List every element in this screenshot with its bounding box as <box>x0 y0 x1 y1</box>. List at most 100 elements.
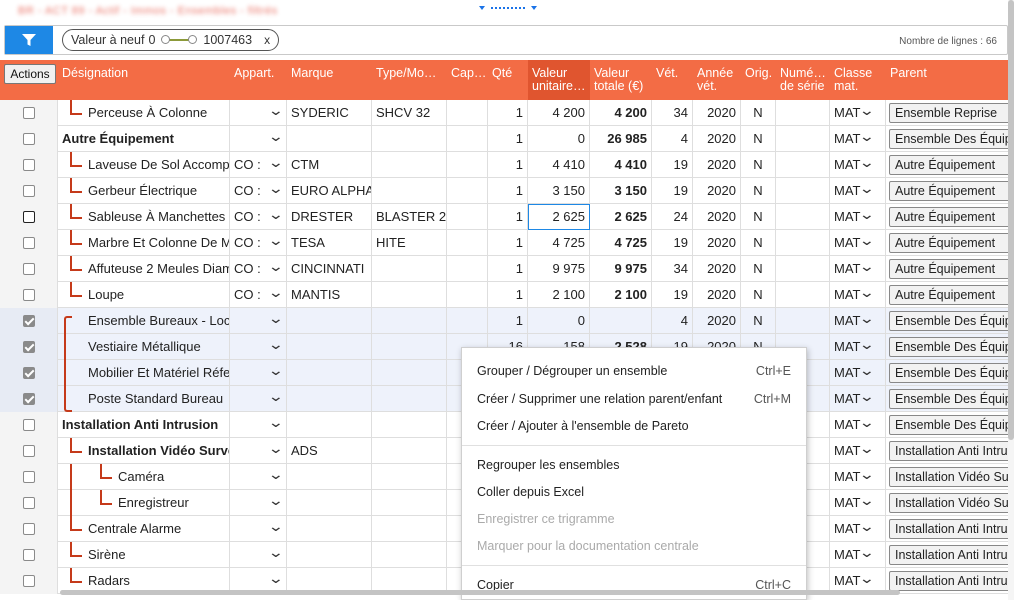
scrollbar-thumb[interactable] <box>60 590 900 595</box>
chevron-down-icon[interactable]: ⌄ <box>268 230 284 253</box>
row-checkbox[interactable] <box>23 107 35 119</box>
context-menu-item[interactable]: Regrouper les ensembles <box>462 453 806 477</box>
designation-cell[interactable]: Ensemble Bureaux - Locaux <box>58 308 230 334</box>
row-checkbox[interactable] <box>23 159 35 171</box>
valeur-totale-cell[interactable]: 4 725 <box>590 230 652 256</box>
designation-cell[interactable]: Installation Vidéo Surveillance <box>58 438 230 464</box>
appart-cell[interactable]: ⌄ <box>230 516 287 542</box>
qte-cell[interactable]: 1 <box>488 282 528 308</box>
chevron-down-icon[interactable]: ⌄ <box>268 178 284 201</box>
marque-cell[interactable]: CINCINNATI <box>287 256 372 282</box>
classe-mat-select[interactable]: MAT ⌄ <box>830 100 886 126</box>
numero-serie-cell[interactable] <box>776 100 830 126</box>
marque-cell[interactable]: SYDERIC <box>287 100 372 126</box>
table-row[interactable]: Marbre Et Colonne De MesureCO :⌄TESAHITE… <box>0 230 1008 256</box>
vet-cell[interactable]: 34 <box>652 100 693 126</box>
marque-cell[interactable] <box>287 490 372 516</box>
chevron-down-icon[interactable]: ⌄ <box>268 360 284 383</box>
valeur-totale-cell[interactable]: 3 150 <box>590 178 652 204</box>
type-cell[interactable] <box>372 438 447 464</box>
type-cell[interactable] <box>372 542 447 568</box>
chevron-down-icon[interactable]: ⌄ <box>859 490 875 513</box>
numero-serie-cell[interactable] <box>776 308 830 334</box>
designation-cell[interactable]: Affuteuse 2 Meules Diamant <box>58 256 230 282</box>
row-checkbox[interactable] <box>23 523 35 535</box>
appart-cell[interactable]: ⌄ <box>230 490 287 516</box>
cap-cell[interactable] <box>447 230 488 256</box>
numero-serie-cell[interactable] <box>776 204 830 230</box>
parent-button[interactable]: Ensemble Des Équipements <box>889 363 1008 383</box>
chevron-down-icon[interactable]: ⌄ <box>268 282 284 305</box>
chevron-down-icon[interactable]: ⌄ <box>859 386 875 409</box>
col-header-appart[interactable]: Appart. <box>230 60 287 100</box>
cap-cell[interactable] <box>447 126 488 152</box>
appart-cell[interactable]: CO : ⌄ <box>230 178 287 204</box>
qte-cell[interactable]: 1 <box>488 308 528 334</box>
collapse-handle[interactable] <box>474 1 542 15</box>
valeur-unitaire-cell[interactable]: 3 150 <box>528 178 590 204</box>
context-menu-item[interactable]: Créer / Supprimer une relation parent/en… <box>462 387 806 411</box>
classe-mat-select[interactable]: MAT ⌄ <box>830 178 886 204</box>
cap-cell[interactable] <box>447 178 488 204</box>
appart-cell[interactable]: ⌄ <box>230 360 287 386</box>
cap-cell[interactable] <box>447 256 488 282</box>
designation-cell[interactable]: Vestiaire Métallique <box>58 334 230 360</box>
row-checkbox[interactable] <box>23 445 35 457</box>
vet-cell[interactable]: 19 <box>652 282 693 308</box>
annee-cell[interactable]: 2020 <box>693 282 741 308</box>
type-cell[interactable] <box>372 412 447 438</box>
annee-cell[interactable]: 2020 <box>693 178 741 204</box>
qte-cell[interactable]: 1 <box>488 100 528 126</box>
type-cell[interactable] <box>372 360 447 386</box>
parent-button[interactable]: Ensemble Des Équipements <box>889 311 1008 331</box>
chevron-down-icon[interactable]: ⌄ <box>859 100 875 123</box>
valeur-totale-cell[interactable]: 9 975 <box>590 256 652 282</box>
chevron-down-icon[interactable]: ⌄ <box>268 516 284 539</box>
classe-mat-select[interactable]: MAT ⌄ <box>830 412 886 438</box>
vet-cell[interactable]: 19 <box>652 152 693 178</box>
designation-cell[interactable]: Sableuse À Manchettes <box>58 204 230 230</box>
parent-button[interactable]: Ensemble Des Équipements <box>889 337 1008 357</box>
chevron-down-icon[interactable]: ⌄ <box>268 412 284 435</box>
valeur-unitaire-cell[interactable]: 4 725 <box>528 230 590 256</box>
marque-cell[interactable]: TESA <box>287 230 372 256</box>
table-row[interactable]: Sableuse À Manchettes CO : ⌄ DRESTER BLASTER… <box>0 204 1008 230</box>
parent-button[interactable]: Ensemble Des Équipements <box>889 415 1008 435</box>
valeur-unitaire-cell[interactable]: 0 <box>528 126 590 152</box>
type-cell[interactable] <box>372 282 447 308</box>
designation-cell[interactable]: Autre Équipement <box>58 126 230 152</box>
type-cell[interactable] <box>372 334 447 360</box>
annee-cell[interactable]: 2020 <box>693 126 741 152</box>
designation-cell[interactable]: Loupe <box>58 282 230 308</box>
marque-cell[interactable] <box>287 412 372 438</box>
scrollbar-thumb[interactable] <box>1008 0 1014 440</box>
valeur-totale-cell[interactable]: 4 200 <box>590 100 652 126</box>
cap-cell[interactable] <box>447 308 488 334</box>
classe-mat-select[interactable]: MAT ⌄ <box>830 256 886 282</box>
row-checkbox[interactable] <box>23 315 35 327</box>
appart-cell[interactable]: ⌄ <box>230 386 287 412</box>
row-checkbox[interactable] <box>23 549 35 561</box>
numero-serie-cell[interactable] <box>776 126 830 152</box>
valeur-unitaire-cell[interactable]: 9 975 <box>528 256 590 282</box>
appart-cell[interactable]: ⌄ <box>230 334 287 360</box>
col-header-classe-mat[interactable]: Classe mat. <box>830 60 886 100</box>
row-checkbox[interactable] <box>23 367 35 379</box>
marque-cell[interactable]: EURO ALPHA <box>287 178 372 204</box>
classe-mat-select[interactable]: MAT ⌄ <box>830 542 886 568</box>
orig-cell[interactable]: N <box>741 256 776 282</box>
classe-mat-select[interactable]: MAT ⌄ <box>830 386 886 412</box>
chevron-down-icon[interactable]: ⌄ <box>268 464 284 487</box>
parent-button[interactable]: Installation Vidéo Surveillance <box>889 467 1008 487</box>
cap-cell[interactable] <box>447 100 488 126</box>
vet-cell[interactable]: 34 <box>652 256 693 282</box>
chevron-down-icon[interactable]: ⌄ <box>859 360 875 383</box>
qte-cell[interactable]: 1 <box>488 204 528 230</box>
annee-cell[interactable]: 2020 <box>693 256 741 282</box>
chevron-down-icon[interactable]: ⌄ <box>859 152 875 175</box>
orig-cell[interactable]: N <box>741 282 776 308</box>
type-cell[interactable]: HITE <box>372 230 447 256</box>
valeur-totale-cell[interactable]: 2 100 <box>590 282 652 308</box>
marque-cell[interactable]: MANTIS <box>287 282 372 308</box>
context-menu-item[interactable]: Coller depuis Excel <box>462 480 806 504</box>
